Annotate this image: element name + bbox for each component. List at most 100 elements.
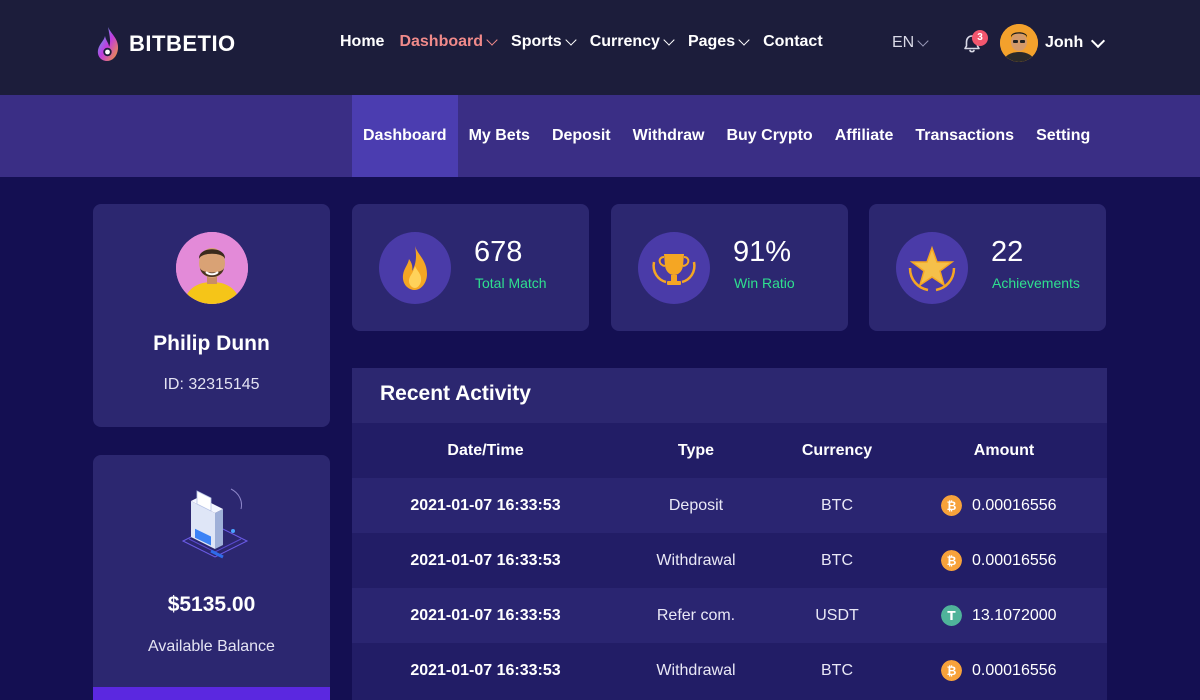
nav-sports[interactable]: Sports (511, 33, 577, 51)
top-bar: BITBETIO Home Dashboard Sports Currency … (0, 0, 1200, 95)
tab-affiliate[interactable]: Affiliate (824, 95, 905, 177)
row-amount-cell: ₿ 0.00016556 (901, 643, 1107, 698)
chevron-down-icon (738, 34, 750, 46)
chevron-down-icon (663, 34, 675, 46)
nav-label: Currency (589, 33, 660, 50)
nav-label: Contact (763, 33, 823, 50)
table-row[interactable]: 2021-01-07 16:33:53 Deposit BTC ₿ 0.0001… (352, 478, 1107, 533)
chevron-down-icon (1091, 33, 1106, 49)
row-currency: BTC (821, 552, 853, 569)
svg-text:T: T (947, 609, 956, 623)
stat-icon-circle (638, 232, 710, 304)
brand-name: BITBETIO (129, 31, 236, 56)
row-datetime: 2021-01-07 16:33:53 (410, 662, 561, 679)
profile-name: Philip Dunn (153, 332, 270, 355)
row-amount-cell: T 13.1072000 (901, 588, 1107, 643)
activity-title: Recent Activity (380, 382, 531, 405)
balance-label: Available Balance (148, 638, 275, 655)
star-badge-icon (908, 245, 956, 292)
svg-text:₿: ₿ (947, 664, 957, 678)
row-amount-cell: ₿ 0.00016556 (901, 533, 1107, 588)
stat-value: 91% (733, 236, 792, 268)
tab-my-bets[interactable]: My Bets (458, 95, 541, 177)
row-amount: 13.1072000 (972, 607, 1057, 624)
stat-card-win-ratio: 91% Win Ratio (611, 204, 848, 331)
tab-withdraw[interactable]: Withdraw (622, 95, 716, 177)
nav-label: Home (340, 33, 385, 50)
language-label: EN (892, 34, 915, 51)
recent-activity-panel: Recent Activity Date/Time Type Currency … (352, 368, 1107, 700)
row-amount: 0.00016556 (972, 662, 1057, 679)
row-type: Withdrawal (656, 552, 736, 569)
trophy-icon (652, 254, 696, 285)
tab-transactions[interactable]: Transactions (904, 95, 1025, 177)
nav-label: Sports (511, 33, 562, 50)
activity-header: Recent Activity (352, 368, 1107, 423)
stat-value: 22 (991, 236, 1024, 268)
stat-icon-circle (379, 232, 451, 304)
logo-flame-icon (97, 27, 119, 61)
table-row[interactable]: 2021-01-07 16:33:53 Withdrawal BTC ₿ 0.0… (352, 643, 1107, 698)
column-header-type: Type (677, 442, 715, 459)
chevron-down-icon (486, 34, 498, 46)
table-header-row: Date/Time Type Currency Amount (352, 423, 1107, 478)
avatar (176, 232, 248, 304)
balance-card: $5135.00 Available Balance (93, 455, 330, 700)
wallet-illustration-icon (181, 488, 249, 559)
row-currency: BTC (821, 497, 853, 514)
stat-label: Total Match (475, 275, 547, 291)
svg-text:₿: ₿ (947, 499, 957, 513)
brand-logo[interactable]: BITBETIO (95, 24, 236, 64)
tab-buy-crypto[interactable]: Buy Crypto (715, 95, 823, 177)
row-currency: USDT (815, 607, 859, 624)
column-header-currency: Currency (801, 442, 873, 459)
user-avatar-image (1000, 24, 1038, 62)
avatar (1000, 24, 1038, 62)
stat-card-total-match: 678 Total Match (352, 204, 589, 331)
dashboard-subnav: Dashboard My Bets Deposit Withdraw Buy C… (0, 95, 1200, 177)
user-name: Jonh (1045, 34, 1084, 51)
column-header-amount: Amount (973, 442, 1035, 459)
bitcoin-icon: ₿ (941, 550, 962, 571)
table-row[interactable]: 2021-01-07 16:33:53 Withdrawal BTC ₿ 0.0… (352, 533, 1107, 588)
stat-icon-circle (896, 232, 968, 304)
stat-value: 678 (474, 236, 523, 268)
table-row[interactable]: 2021-01-07 16:33:53 Refer com. USDT T 13… (352, 588, 1107, 643)
profile-avatar-image (176, 232, 248, 304)
tab-setting[interactable]: Setting (1025, 95, 1101, 177)
svg-text:₿: ₿ (947, 554, 957, 568)
row-datetime: 2021-01-07 16:33:53 (410, 497, 561, 514)
balance-action-bar[interactable] (93, 687, 330, 700)
chevron-down-icon (565, 34, 577, 46)
nav-dashboard[interactable]: Dashboard (399, 33, 498, 51)
stat-card-achievements: 22 Achievements (869, 204, 1106, 331)
tab-dashboard[interactable]: Dashboard (352, 95, 458, 177)
nav-pages[interactable]: Pages (687, 33, 750, 51)
bitcoin-icon: ₿ (941, 495, 962, 516)
chevron-down-icon (917, 35, 929, 47)
row-amount: 0.00016556 (972, 497, 1057, 514)
nav-label: Pages (687, 33, 736, 50)
tab-deposit[interactable]: Deposit (541, 95, 622, 177)
row-type: Withdrawal (656, 662, 736, 679)
column-header-datetime: Date/Time (447, 442, 524, 459)
row-type: Deposit (668, 497, 724, 514)
fire-icon (402, 246, 427, 290)
user-menu[interactable]: Jonh (1000, 24, 1106, 62)
balance-amount: $5135.00 (167, 593, 256, 616)
row-datetime: 2021-01-07 16:33:53 (410, 607, 561, 624)
row-currency: BTC (821, 662, 853, 679)
profile-id: ID: 32315145 (163, 376, 260, 393)
row-type: Refer com. (656, 607, 736, 624)
row-amount-cell: ₿ 0.00016556 (901, 478, 1107, 533)
language-selector[interactable]: EN (892, 34, 929, 52)
nav-home[interactable]: Home (340, 33, 384, 51)
bitcoin-icon: ₿ (941, 660, 962, 681)
nav-label: Dashboard (399, 33, 484, 50)
main-nav: Home Dashboard Sports Currency Pages Con… (340, 33, 838, 51)
stat-label: Achievements (992, 275, 1080, 291)
nav-currency[interactable]: Currency (589, 33, 675, 51)
nav-contact[interactable]: Contact (763, 33, 823, 51)
tether-icon: T (941, 605, 962, 626)
profile-card: Philip Dunn ID: 32315145 (93, 204, 330, 427)
